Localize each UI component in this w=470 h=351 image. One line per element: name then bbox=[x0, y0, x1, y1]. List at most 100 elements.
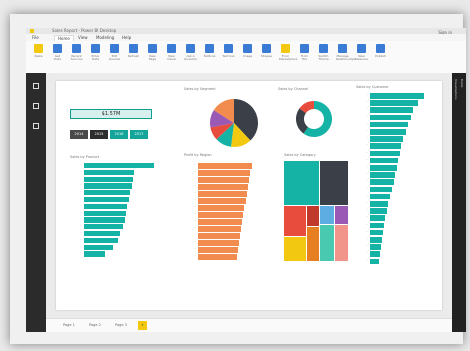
bar3-bar[interactable] bbox=[198, 219, 243, 225]
bar2-bar[interactable] bbox=[370, 237, 382, 243]
treemap-tile[interactable] bbox=[284, 161, 319, 205]
bar1-bar[interactable] bbox=[84, 217, 125, 223]
tab-modeling[interactable]: Modeling bbox=[96, 35, 114, 40]
bar3-bar[interactable] bbox=[198, 212, 244, 218]
bar2-bar[interactable] bbox=[370, 193, 390, 200]
treemap-tile[interactable] bbox=[320, 206, 334, 224]
bar3-bar[interactable] bbox=[198, 163, 252, 169]
bar3-bar[interactable] bbox=[198, 177, 249, 183]
slicer-button[interactable]: 2016 bbox=[110, 130, 128, 139]
bar3-bar[interactable] bbox=[198, 191, 247, 197]
bar3-bar[interactable] bbox=[198, 254, 237, 260]
bar2-bar[interactable] bbox=[370, 229, 383, 236]
bar1-bar[interactable] bbox=[84, 237, 118, 244]
text-box-button[interactable]: Text box bbox=[222, 44, 235, 68]
donut-chart[interactable] bbox=[292, 97, 336, 141]
treemap-tile[interactable] bbox=[307, 227, 319, 261]
bar1-bar[interactable] bbox=[84, 224, 123, 230]
image-button[interactable]: Image bbox=[241, 44, 254, 68]
publish-button[interactable]: Publish bbox=[374, 44, 387, 68]
bar3-bar[interactable] bbox=[198, 198, 246, 204]
data-view-icon[interactable] bbox=[33, 103, 39, 109]
bar1-bar[interactable] bbox=[84, 176, 133, 182]
manage-relationships-button[interactable]: Manage Relationships bbox=[336, 44, 356, 68]
visualizations-pane-tab[interactable]: Visualizations bbox=[454, 79, 458, 100]
bar3-bar[interactable] bbox=[198, 184, 248, 190]
buttons-button[interactable]: Buttons bbox=[203, 44, 216, 68]
new-measure-button[interactable]: New Measure bbox=[355, 44, 368, 68]
shapes-button[interactable]: Shapes bbox=[260, 44, 273, 68]
bar2-bar[interactable] bbox=[370, 244, 381, 250]
fields-pane-tab[interactable]: Fields bbox=[460, 79, 464, 88]
bar2-bar[interactable] bbox=[370, 165, 397, 171]
bar1-bar[interactable] bbox=[84, 251, 105, 257]
bar2-bar[interactable] bbox=[370, 107, 414, 114]
pie-chart[interactable] bbox=[204, 93, 264, 153]
page-tab[interactable]: Page 3 bbox=[112, 321, 130, 330]
bar2-bar[interactable] bbox=[370, 129, 406, 135]
bar2-bar[interactable] bbox=[370, 93, 424, 99]
slicer-button[interactable]: 2014 bbox=[70, 130, 88, 139]
slicer-button[interactable]: 2015 bbox=[90, 130, 108, 139]
bar3-bar[interactable] bbox=[198, 240, 240, 246]
bar3-bar[interactable] bbox=[198, 170, 250, 176]
bar1-bar[interactable] bbox=[84, 183, 132, 189]
bar1-bar[interactable] bbox=[84, 244, 114, 250]
bar1-bar[interactable] bbox=[84, 210, 126, 216]
bar2-bar[interactable] bbox=[370, 258, 379, 265]
add-page-button[interactable]: + bbox=[138, 321, 147, 330]
bar2-bar[interactable] bbox=[370, 186, 392, 193]
edit-queries-button[interactable]: Edit Queries bbox=[108, 44, 121, 68]
bar1-bar[interactable] bbox=[84, 203, 128, 210]
bar1-bar[interactable] bbox=[84, 197, 129, 203]
treemap-tile[interactable] bbox=[320, 225, 334, 261]
bar2-bar[interactable] bbox=[370, 208, 387, 214]
bar2-bar[interactable] bbox=[370, 136, 404, 142]
bar2-bar[interactable] bbox=[370, 172, 396, 178]
bar2-bar[interactable] bbox=[370, 222, 385, 229]
report-view-icon[interactable] bbox=[33, 83, 39, 89]
treemap-tile[interactable] bbox=[335, 206, 348, 224]
ask-a-question-button[interactable]: Ask A Question bbox=[184, 44, 197, 68]
page-tab[interactable]: Page 2 bbox=[86, 321, 104, 330]
paste-button[interactable]: Paste bbox=[32, 44, 45, 68]
recent-sources-button[interactable]: Recent Sources bbox=[70, 44, 83, 68]
bar2-bar[interactable] bbox=[370, 157, 399, 164]
bar3-bar[interactable] bbox=[198, 226, 242, 232]
tab-view[interactable]: View bbox=[78, 35, 88, 40]
tab-help[interactable]: Help bbox=[122, 35, 131, 40]
new-visual-button[interactable]: New Visual bbox=[165, 44, 178, 68]
treemap-tile[interactable] bbox=[307, 206, 319, 226]
treemap-tile[interactable] bbox=[320, 161, 348, 205]
get-data-button[interactable]: Get Data bbox=[51, 44, 64, 68]
bar2-bar[interactable] bbox=[370, 121, 408, 128]
new-page-button[interactable]: New Page bbox=[146, 44, 159, 68]
page-tab[interactable]: Page 1 bbox=[60, 321, 78, 330]
enter-data-button[interactable]: Enter Data bbox=[89, 44, 102, 68]
model-view-icon[interactable] bbox=[33, 123, 39, 129]
bar3-bar[interactable] bbox=[198, 233, 241, 239]
bar1-bar[interactable] bbox=[84, 231, 121, 237]
bar1-bar[interactable] bbox=[84, 169, 135, 176]
bar2-bar[interactable] bbox=[370, 100, 418, 106]
bar2-bar[interactable] bbox=[370, 215, 386, 222]
bar3-bar[interactable] bbox=[198, 205, 245, 211]
kpi-card[interactable]: $1.57M bbox=[70, 109, 152, 119]
bar3-bar[interactable] bbox=[198, 247, 238, 253]
treemap-tile[interactable] bbox=[284, 206, 306, 236]
bar2-bar[interactable] bbox=[370, 179, 394, 186]
treemap-chart[interactable] bbox=[284, 161, 348, 261]
from-file-button[interactable]: From File bbox=[298, 44, 311, 68]
refresh-button[interactable]: Refresh bbox=[127, 44, 140, 68]
from-marketplace-button[interactable]: From Marketplace bbox=[279, 44, 297, 68]
slicer-button[interactable]: 2017 bbox=[130, 130, 148, 139]
bar2-bar[interactable] bbox=[370, 251, 380, 258]
treemap-tile[interactable] bbox=[335, 225, 348, 261]
bar2-bar[interactable] bbox=[370, 201, 389, 207]
tab-file[interactable]: File bbox=[32, 35, 39, 40]
bar2-bar[interactable] bbox=[370, 114, 411, 121]
bar2-bar[interactable] bbox=[370, 143, 402, 150]
bar2-bar[interactable] bbox=[370, 150, 400, 157]
bar1-bar[interactable] bbox=[84, 163, 154, 169]
bar1-bar[interactable] bbox=[84, 190, 131, 196]
